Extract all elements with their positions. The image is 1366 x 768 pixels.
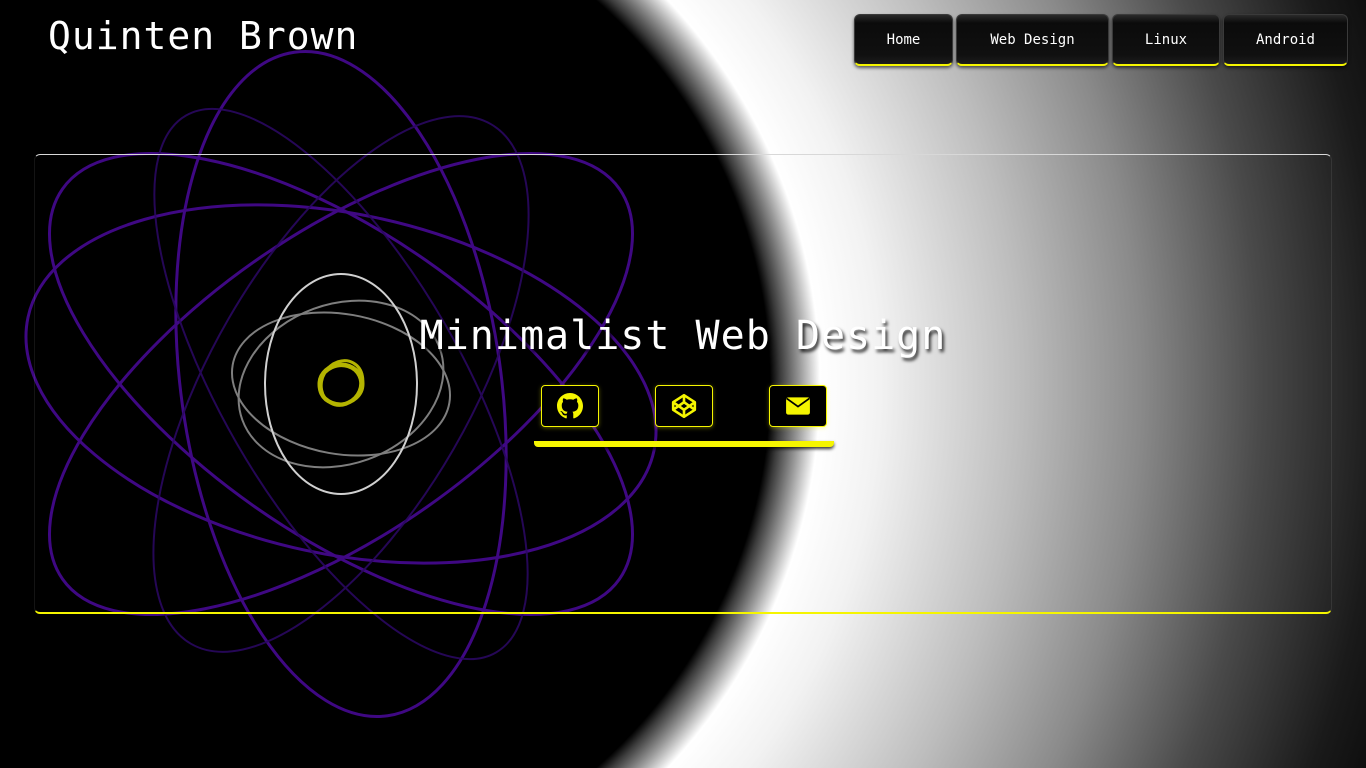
- codepen-icon: [671, 393, 697, 419]
- nav-android-button[interactable]: Android: [1223, 14, 1348, 66]
- nav-web-design-button[interactable]: Web Design: [956, 14, 1109, 66]
- nav-linux-button[interactable]: Linux: [1112, 14, 1220, 66]
- nav-home-button[interactable]: Home: [854, 14, 953, 66]
- page: Quinten Brown Home Web Design Linux Andr…: [0, 0, 1366, 768]
- hero-accent-bar: [534, 441, 834, 447]
- github-icon: [557, 393, 583, 419]
- main-nav: Home Web Design Linux Android: [854, 14, 1348, 66]
- email-link-button[interactable]: [769, 385, 827, 427]
- social-links: [541, 385, 827, 427]
- site-title[interactable]: Quinten Brown: [48, 14, 358, 58]
- hero-panel: Minimalist Web Design: [34, 154, 1332, 614]
- envelope-icon: [786, 397, 810, 415]
- github-link-button[interactable]: [541, 385, 599, 427]
- hero-title: Minimalist Web Design: [419, 313, 947, 359]
- codepen-link-button[interactable]: [655, 385, 713, 427]
